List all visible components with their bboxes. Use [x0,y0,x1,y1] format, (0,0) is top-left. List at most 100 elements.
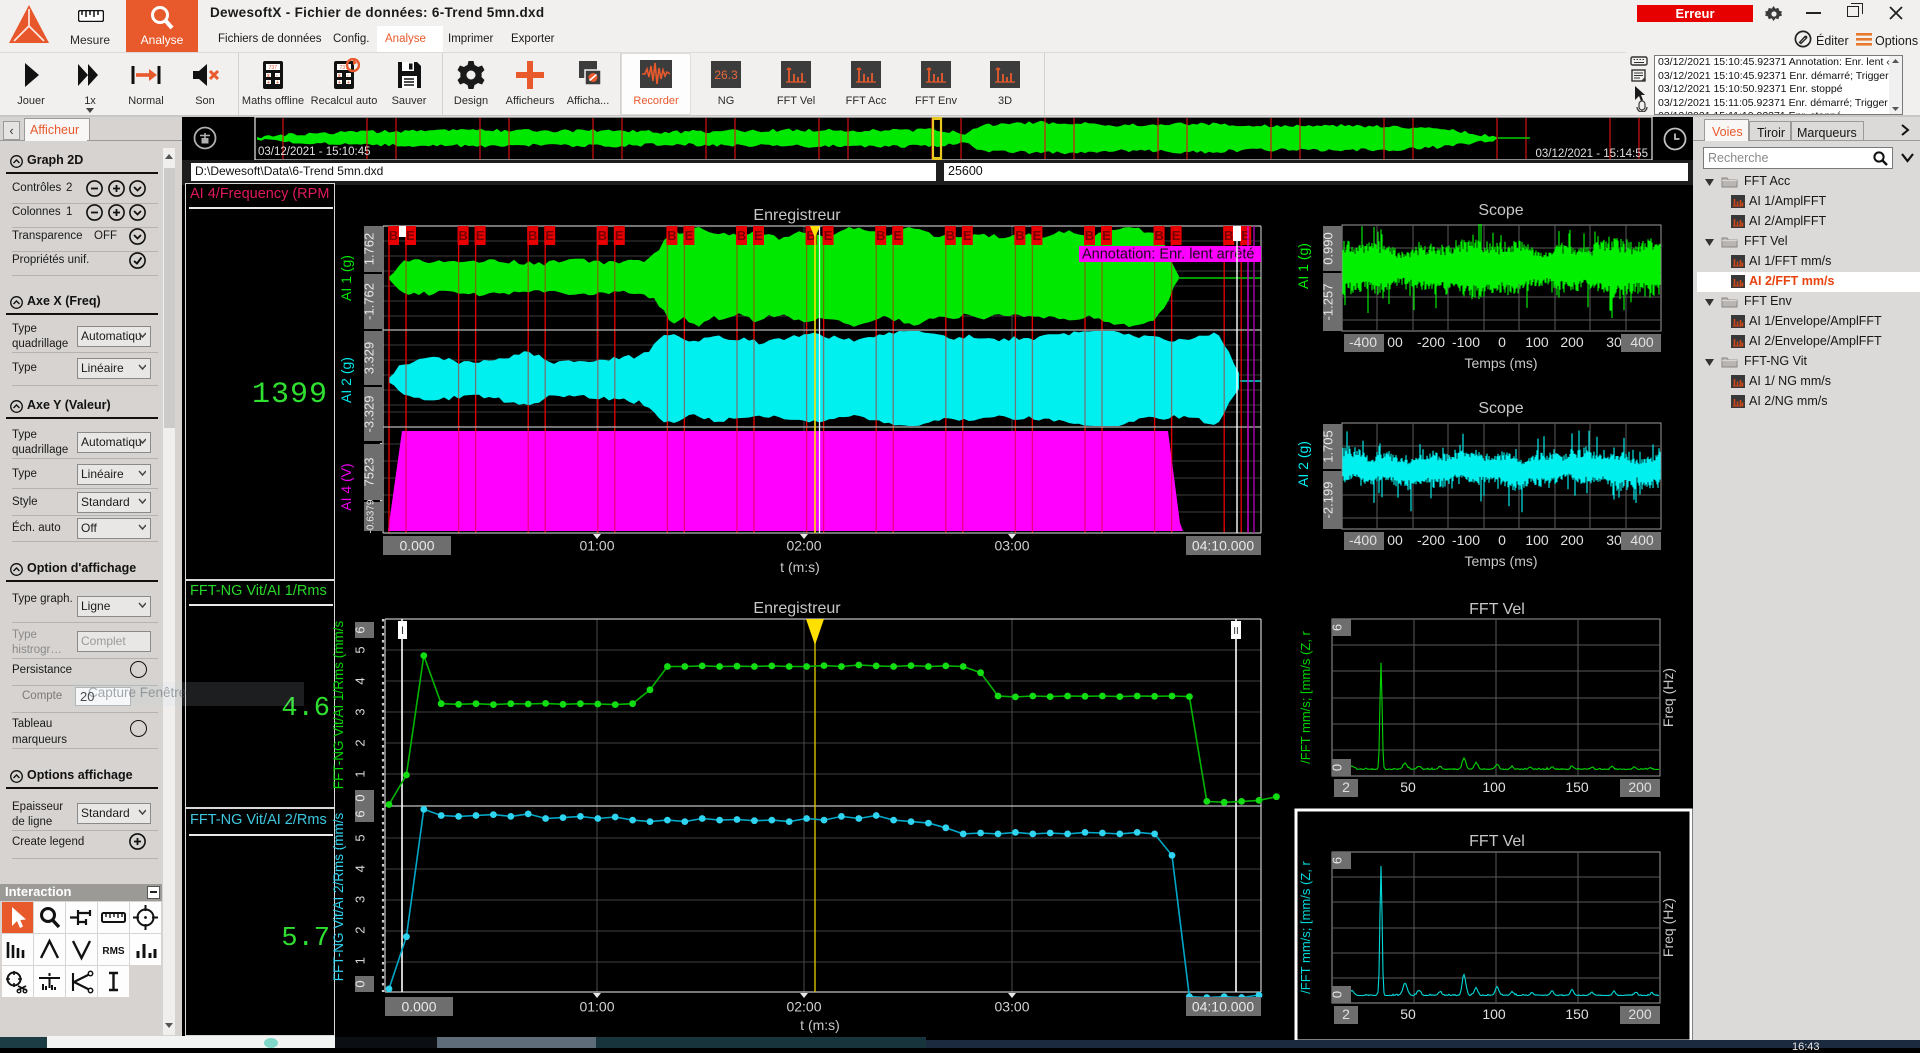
svg-text:0: 0 [353,794,368,801]
svg-text:AI 4 (V): AI 4 (V) [338,463,354,510]
svg-text:-2.199: -2.199 [1321,482,1336,519]
svg-text:/FFT mm/s; [mm/s (Z, r: /FFT mm/s; [mm/s (Z, r [1298,861,1313,994]
svg-text:-400: -400 [1349,334,1377,350]
svg-text:E: E [1241,228,1250,243]
svg-text:01:00: 01:00 [579,999,614,1015]
svg-text:E: E [615,228,624,243]
svg-text:5: 5 [353,834,368,841]
svg-text:150: 150 [1565,1006,1589,1022]
svg-text:0: 0 [1330,991,1345,998]
svg-text:Freq (Hz): Freq (Hz) [1660,898,1676,957]
svg-text:1.705: 1.705 [1321,430,1336,463]
svg-text:Enregistreur: Enregistreur [753,207,841,224]
svg-text:01:00: 01:00 [579,538,614,554]
svg-text:2: 2 [1342,779,1350,795]
svg-text:2: 2 [353,926,368,933]
svg-text:03:00: 03:00 [994,538,1029,554]
svg-text:100: 100 [1482,1006,1506,1022]
svg-text:t (m:s): t (m:s) [780,559,820,575]
svg-text:02:00: 02:00 [786,999,821,1015]
svg-text:B: B [1085,228,1094,243]
svg-text:2: 2 [1342,1006,1350,1022]
svg-text:0: 0 [1498,532,1506,548]
svg-text:0: 0 [1330,764,1345,771]
svg-text:150: 150 [1565,779,1589,795]
svg-text:AI 2 (g): AI 2 (g) [1295,441,1311,487]
svg-text:Freq (Hz): Freq (Hz) [1660,668,1676,727]
svg-text:04:10.000: 04:10.000 [1192,538,1254,554]
svg-text:FFT Vel: FFT Vel [1469,601,1525,618]
svg-text:E: E [406,228,415,243]
svg-text:7523: 7523 [362,458,377,487]
svg-text:E: E [963,228,972,243]
svg-text:3: 3 [353,708,368,715]
svg-text:2: 2 [353,739,368,746]
svg-text:00: 00 [1387,334,1403,350]
svg-text:0.000: 0.000 [401,999,436,1015]
svg-text:Annotation: Enr. lent arrêté: Annotation: Enr. lent arrêté [1082,247,1255,263]
svg-text:200: 200 [1560,532,1584,548]
svg-text:Enregistreur: Enregistreur [753,600,841,617]
svg-text:/FFT mm/s; [mm/s (Z, r: /FFT mm/s; [mm/s (Z, r [1298,631,1313,764]
svg-text:50: 50 [1400,1006,1416,1022]
svg-text:100: 100 [1525,532,1549,548]
svg-text:-200: -200 [1417,334,1445,350]
svg-text:03:00: 03:00 [994,999,1029,1015]
svg-text:E: E [893,228,902,243]
svg-text:E: E [754,228,763,243]
svg-text:50: 50 [1400,779,1416,795]
svg-text:0: 0 [353,980,368,987]
svg-text:30: 30 [1606,334,1622,350]
svg-text:AI 2 (g): AI 2 (g) [338,357,354,403]
svg-text:FFT Vel: FFT Vel [1469,833,1525,850]
svg-text:04:10.000: 04:10.000 [1192,999,1254,1015]
svg-text:E: E [476,228,485,243]
svg-text:1: 1 [353,770,368,777]
svg-text:3.329: 3.329 [362,342,377,375]
svg-text:0.000: 0.000 [399,538,434,554]
svg-text:200: 200 [1628,779,1652,795]
svg-text:B: B [389,228,398,243]
svg-text:B: B [1224,228,1233,243]
svg-text:-100: -100 [1452,532,1480,548]
svg-text:1: 1 [353,957,368,964]
svg-text:6: 6 [1330,857,1345,864]
svg-text:6: 6 [353,626,368,633]
svg-text:E: E [1102,228,1111,243]
svg-text:-1.762: -1.762 [362,283,377,320]
svg-text:E: E [545,228,554,243]
svg-text:Temps (ms): Temps (ms) [1464,553,1537,569]
svg-text:-400: -400 [1349,532,1377,548]
svg-text:B: B [528,228,537,243]
svg-text:02:00: 02:00 [786,538,821,554]
svg-text:Scope: Scope [1478,400,1523,417]
svg-text:II: II [1233,626,1239,637]
svg-text:B: B [1015,228,1024,243]
svg-text:400: 400 [1630,532,1654,548]
svg-text:1.762: 1.762 [362,233,377,266]
svg-text:0.990: 0.990 [1321,232,1336,265]
svg-text:-100: -100 [1452,334,1480,350]
svg-text:E: E [685,228,694,243]
svg-text:E: E [1172,228,1181,243]
svg-text:5: 5 [353,646,368,653]
svg-text:Temps (ms): Temps (ms) [1464,355,1537,371]
svg-text:400: 400 [1630,334,1654,350]
svg-text:AI 1 (g): AI 1 (g) [1295,243,1311,289]
svg-text:AI 1 (g): AI 1 (g) [338,255,354,301]
svg-text:30: 30 [1606,532,1622,548]
svg-text:100: 100 [1482,779,1506,795]
svg-text:-1.257: -1.257 [1321,284,1336,321]
svg-text:200: 200 [1560,334,1584,350]
svg-text:B: B [458,228,467,243]
svg-text:Scope: Scope [1478,202,1523,219]
svg-text:6: 6 [353,810,368,817]
svg-text:6: 6 [1330,624,1345,631]
svg-text:B: B [1154,228,1163,243]
svg-text:3: 3 [353,896,368,903]
svg-text:B: B [946,228,955,243]
svg-text:00: 00 [1387,532,1403,548]
svg-text:4: 4 [353,677,368,684]
svg-text:I: I [401,625,404,637]
svg-text:100: 100 [1525,334,1549,350]
